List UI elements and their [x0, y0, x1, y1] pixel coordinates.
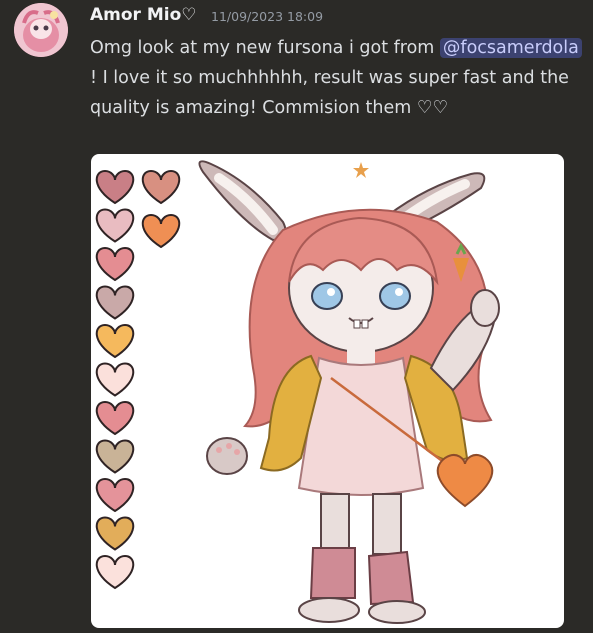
chat-message: Amor Mio♡ 11/09/2023 18:09 Omg look at m…: [0, 0, 593, 633]
palette-heart-icon: [141, 213, 181, 249]
user-mention[interactable]: @focsamerdola: [439, 38, 582, 58]
palette-heart-icon: [95, 323, 135, 359]
palette-heart-icon: [95, 285, 135, 320]
message-timestamp: 11/09/2023 18:09: [211, 9, 324, 24]
palette-heart-icon: [95, 439, 135, 474]
image-attachment[interactable]: [91, 154, 564, 628]
palette-heart-icon: [141, 169, 181, 205]
message-text-end: ! I love it so muchhhhhh, result was sup…: [90, 68, 569, 118]
avatar[interactable]: [14, 3, 68, 57]
author-name[interactable]: Amor Mio♡: [90, 5, 197, 25]
palette-hearts: [95, 169, 181, 590]
palette-heart-icon: [95, 362, 135, 397]
color-palette: [91, 154, 191, 628]
palette-heart-icon: [95, 477, 135, 513]
palette-heart-icon: [95, 516, 135, 551]
palette-heart-icon: [95, 169, 135, 205]
palette-heart-icon: [95, 400, 135, 436]
message-text-start: Omg look at my new fursona i got from: [90, 38, 440, 58]
fursona-illustration: [191, 158, 551, 628]
palette-heart-icon: [95, 208, 135, 243]
palette-heart-icon: [95, 554, 135, 590]
palette-heart-icon: [95, 246, 135, 282]
message-content: Omg look at my new fursona i got from @f…: [90, 33, 585, 123]
avatar-art-icon: [14, 3, 68, 57]
